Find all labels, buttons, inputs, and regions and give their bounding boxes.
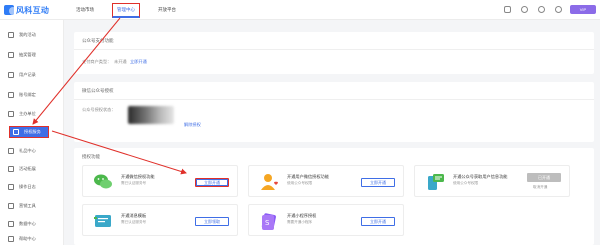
function-desc: 需要开通小程序 <box>287 220 313 224</box>
sidebar-item-label: 数据中心 <box>19 220 36 226</box>
divider <box>74 49 594 50</box>
sidebar-item-label: 营销工具 <box>19 202 36 208</box>
revoke-auth-link[interactable]: 解除授权 <box>184 122 201 128</box>
nav-activity-market[interactable]: 活动市场 <box>72 4 98 16</box>
function-title: 开通公众号获取用户信息功能 <box>453 174 508 179</box>
function-title: 开通用户微信授权功能 <box>287 174 329 179</box>
search-icon[interactable] <box>538 6 545 13</box>
help-icon <box>8 235 14 242</box>
auth-status-label: 公众号授权状态： <box>82 107 116 112</box>
sidebar-item-help-center[interactable]: 帮助中心 <box>8 234 58 243</box>
sidebar-item-label: 主办单位 <box>19 110 36 116</box>
user-list-icon <box>8 71 14 78</box>
chart-icon <box>8 220 14 227</box>
enable-button[interactable]: 立即开通 <box>361 178 395 187</box>
cancel-link[interactable]: 取消开通 <box>533 185 547 190</box>
wechat-chat-icon <box>94 174 112 189</box>
svg-text:S: S <box>265 219 270 227</box>
section-title: 公众号支付功能 <box>82 38 114 43</box>
logo-text: 风科互动 <box>16 5 50 15</box>
log-icon <box>8 183 14 190</box>
sidebar-item-label: 账号绑定 <box>19 91 36 97</box>
calendar-icon[interactable] <box>504 6 511 13</box>
wechat-auth-section: 微信公众号授权 公众号授权状态： 解除授权 <box>74 82 594 142</box>
enable-button[interactable]: 立即开通 <box>361 217 395 226</box>
sidebar-item-label: 操作日志 <box>19 183 36 189</box>
function-title: 开通微信授权功能 <box>121 174 155 179</box>
divider <box>74 99 594 100</box>
function-card: 开通公众号获取用户信息功能 使用公众号权限 已开通 取消开通 <box>414 165 570 197</box>
building-icon <box>8 110 14 117</box>
sidebar-item-label: 我的活动 <box>19 31 36 37</box>
function-card: S 开通小程序授权 需要开通小程序 立即开通 <box>248 204 404 236</box>
nav-management-center[interactable]: 管理中心 <box>112 2 140 18</box>
auth-functions-section: 授权功能 开通微信授权功能 需已认证服务号 立即开通 开通用户微信授权功能 使用… <box>74 148 594 245</box>
account-avatar <box>128 106 174 124</box>
sidebar-item-label: 授权服务 <box>24 129 41 134</box>
sidebar: 我的活动 抽奖管理 用户记录 账号绑定 主办单位 授权服务 礼品中心 活动拓展 … <box>0 20 64 245</box>
payment-type-label: 支付商户类型： <box>82 59 112 64</box>
payment-status: 未开通 <box>114 59 127 64</box>
sidebar-item-authorization[interactable]: 授权服务 <box>9 126 49 138</box>
sidebar-item-account-binding[interactable]: 账号绑定 <box>8 90 58 99</box>
home-icon <box>8 31 14 38</box>
sidebar-item-label: 帮助中心 <box>19 235 36 241</box>
user-icon[interactable] <box>555 6 562 13</box>
section-title: 微信公众号授权 <box>82 88 114 93</box>
function-card: 开通消息模板 需已认证服务号 立即领取 <box>82 204 238 236</box>
sidebar-item-label: 礼品中心 <box>19 147 36 153</box>
sidebar-item-data-center[interactable]: 数据中心 <box>8 219 58 228</box>
sidebar-item-marketing-tools[interactable]: 营销工具 <box>8 201 58 210</box>
sidebar-item-organizer[interactable]: 主办单位 <box>8 109 58 118</box>
sidebar-item-user-records[interactable]: 用户记录 <box>8 70 58 79</box>
vip-badge[interactable]: VIP <box>570 5 596 14</box>
function-desc: 使用公众号权限 <box>287 181 313 185</box>
main-nav: 活动市场 管理中心 开放平台 <box>72 0 194 20</box>
function-desc: 需已认证服务号 <box>121 220 147 224</box>
function-desc: 需已认证服务号 <box>121 181 147 185</box>
function-title: 开通消息模板 <box>121 213 147 218</box>
sidebar-item-operation-log[interactable]: 操作日志 <box>8 182 58 191</box>
tool-icon <box>8 202 14 209</box>
bell-icon[interactable] <box>521 6 528 13</box>
miniprogram-icon: S <box>261 213 276 230</box>
sidebar-item-gift-center[interactable]: 礼品中心 <box>8 146 58 155</box>
puzzle-icon <box>8 165 14 172</box>
function-desc: 使用公众号权限 <box>453 181 479 185</box>
function-card: 开通用户微信授权功能 使用公众号权限 立即开通 <box>248 165 404 197</box>
logo[interactable]: 风科互动 <box>4 4 49 16</box>
logo-icon <box>4 5 14 15</box>
sidebar-item-label: 抽奖管理 <box>19 51 36 57</box>
top-icons <box>504 6 562 13</box>
nav-open-platform[interactable]: 开放平台 <box>154 4 180 16</box>
link-icon <box>8 91 14 98</box>
function-title: 开通小程序授权 <box>287 213 317 218</box>
section-title: 授权功能 <box>82 154 100 159</box>
main-content: 公众号支付功能 支付商户类型： 未开通 立即开通 微信公众号授权 公众号授权状态… <box>64 20 600 245</box>
enabled-button: 已开通 <box>527 173 561 182</box>
claim-button[interactable]: 立即领取 <box>195 217 229 226</box>
sidebar-item-my-activities[interactable]: 我的活动 <box>8 30 58 39</box>
enable-button[interactable]: 立即开通 <box>195 178 229 187</box>
function-card: 开通微信授权功能 需已认证服务号 立即开通 <box>82 165 238 197</box>
shield-icon <box>13 129 19 135</box>
sidebar-item-label: 用户记录 <box>19 71 36 77</box>
user-heart-icon <box>261 174 279 190</box>
sidebar-item-lottery[interactable]: 抽奖管理 <box>8 50 58 59</box>
top-bar: 风科互动 活动市场 管理中心 开放平台 VIP <box>0 0 600 20</box>
gift-box-icon <box>8 147 14 154</box>
gift-icon <box>8 51 14 58</box>
enable-payment-link[interactable]: 立即开通 <box>130 59 147 65</box>
phone-message-icon <box>428 174 444 190</box>
sidebar-item-label: 活动拓展 <box>19 165 36 171</box>
message-template-icon <box>94 215 111 227</box>
payment-section: 公众号支付功能 支付商户类型： 未开通 立即开通 <box>74 32 594 74</box>
sidebar-item-extension[interactable]: 活动拓展 <box>8 164 58 173</box>
